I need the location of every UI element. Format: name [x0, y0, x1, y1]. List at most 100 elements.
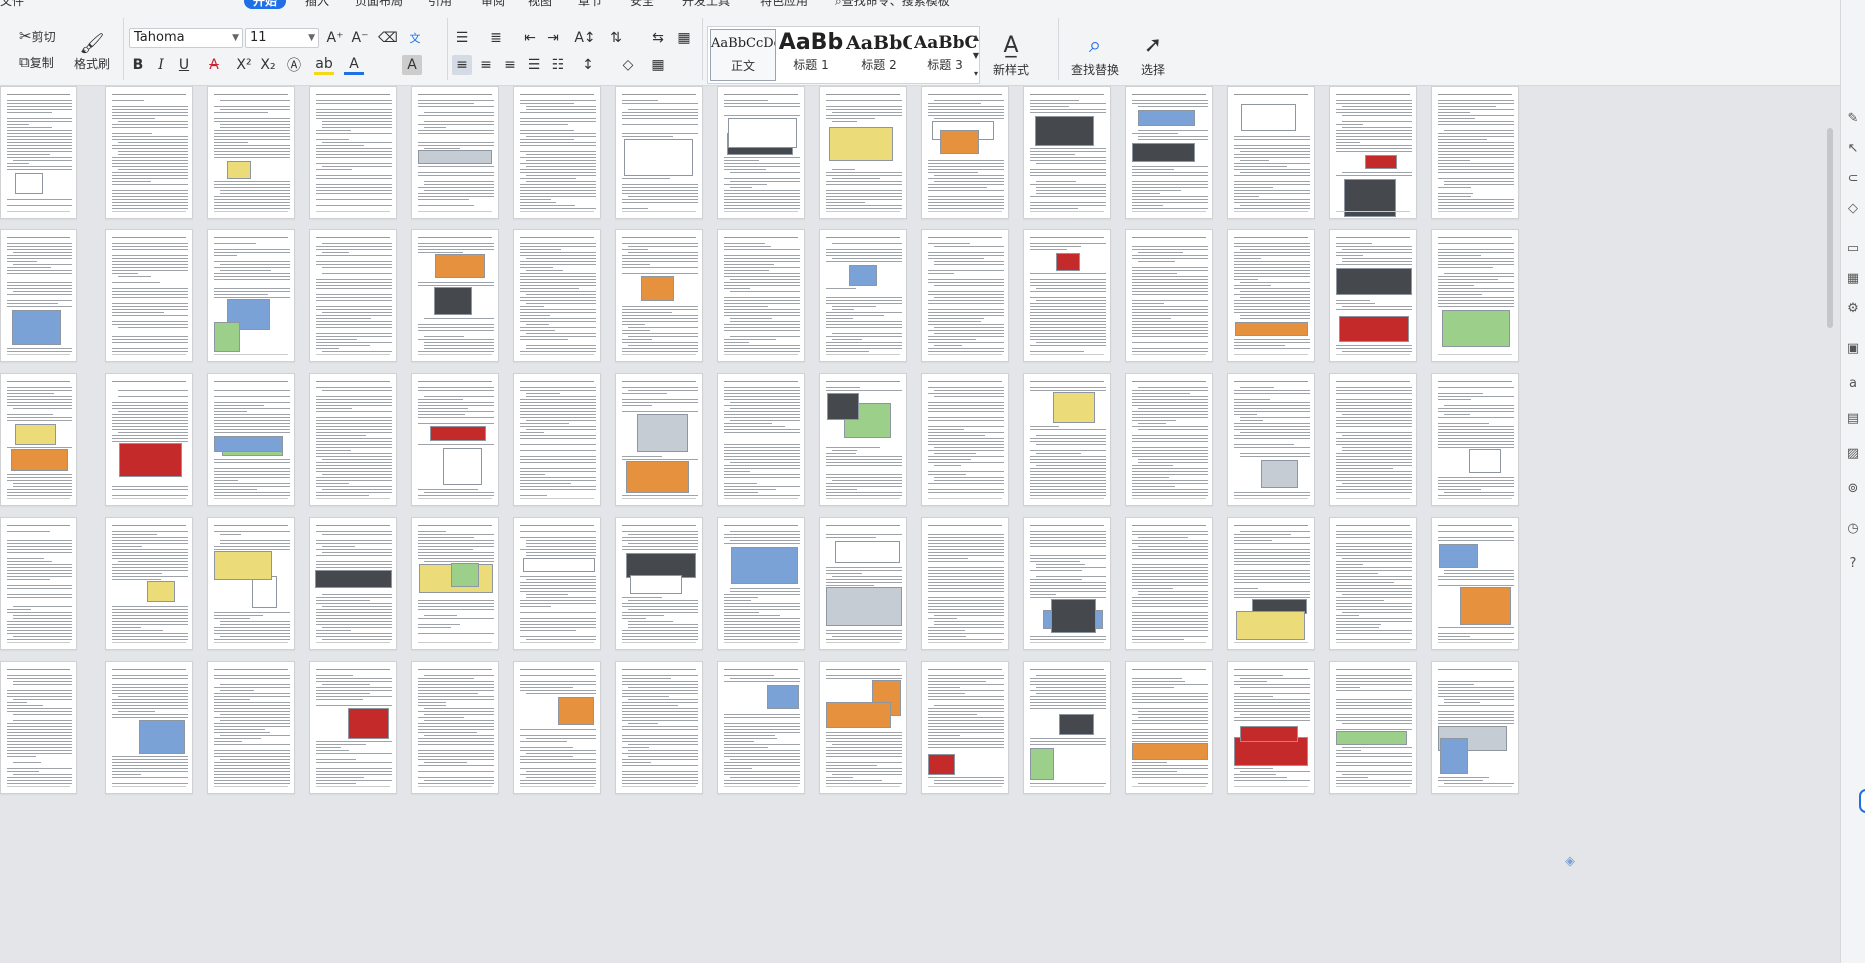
page-thumbnail[interactable]: [1329, 229, 1417, 362]
menu-tab-2[interactable]: 插入: [305, 0, 329, 9]
menu-tab-7[interactable]: 章节: [578, 0, 602, 9]
document-icon[interactable]: ▤: [1845, 410, 1861, 426]
copy-button[interactable]: ⧉ 复制: [19, 54, 54, 71]
page-thumbnail[interactable]: [615, 86, 703, 219]
page-thumbnail[interactable]: [513, 373, 601, 506]
page-thumbnail[interactable]: [921, 661, 1009, 794]
sort-button[interactable]: ⇅: [606, 28, 626, 48]
vertical-scrollbar[interactable]: [1825, 88, 1835, 958]
page-thumbnail[interactable]: [207, 661, 295, 794]
page-thumbnail[interactable]: [1227, 373, 1315, 506]
table-layout-button[interactable]: ▦: [674, 28, 694, 48]
text-direction-button[interactable]: A↕: [574, 28, 595, 48]
page-thumbnail[interactable]: [819, 517, 907, 650]
page-thumbnail[interactable]: [411, 517, 499, 650]
page-thumbnail[interactable]: [1125, 229, 1213, 362]
text-effect-button[interactable]: Ⓐ: [284, 55, 304, 75]
cut-button[interactable]: ✂ 剪切: [19, 28, 56, 45]
page-thumbnail[interactable]: [105, 661, 193, 794]
page-thumbnail[interactable]: [1329, 373, 1417, 506]
borders-button[interactable]: ▦: [648, 55, 668, 75]
increase-indent-button[interactable]: ⇥: [543, 28, 563, 48]
scroll-thumb[interactable]: [1827, 128, 1833, 328]
page-thumbnail[interactable]: [1329, 661, 1417, 794]
page-thumbnail[interactable]: [207, 86, 295, 219]
page-thumbnail[interactable]: [1329, 517, 1417, 650]
page-thumbnail[interactable]: [207, 517, 295, 650]
page-thumbnail[interactable]: [411, 373, 499, 506]
page-thumbnail[interactable]: [513, 86, 601, 219]
menu-tab-1[interactable]: 开始: [244, 0, 287, 9]
phonetic-guide-button[interactable]: 文: [405, 28, 425, 48]
page-thumbnail[interactable]: [513, 229, 601, 362]
page-thumbnail[interactable]: [0, 373, 77, 506]
page-thumbnail[interactable]: [411, 229, 499, 362]
help-icon[interactable]: ?: [1845, 555, 1861, 571]
page-thumbnail[interactable]: [309, 661, 397, 794]
distributed-button[interactable]: ☷: [548, 55, 568, 75]
clear-format-button[interactable]: ⌫: [378, 28, 398, 48]
page-thumbnail[interactable]: [1329, 86, 1417, 219]
page-thumbnail[interactable]: [615, 229, 703, 362]
page-thumbnail[interactable]: [1023, 86, 1111, 219]
page-thumbnail[interactable]: [207, 229, 295, 362]
pointer-icon[interactable]: ↖: [1845, 140, 1861, 156]
page-thumbnail[interactable]: [411, 86, 499, 219]
menu-tab-0[interactable]: 文件: [0, 0, 24, 9]
format-painter-button[interactable]: 🖌 格式刷: [72, 26, 112, 76]
page-thumbnail[interactable]: [0, 86, 77, 219]
strikethrough-button[interactable]: A: [204, 55, 224, 75]
page-thumbnail[interactable]: [615, 517, 703, 650]
bullets-button[interactable]: ☰: [452, 28, 472, 48]
numbering-button[interactable]: ≣: [486, 28, 506, 48]
style-heading-3[interactable]: AaBbC 标题 3: [914, 29, 976, 81]
table-icon[interactable]: ▦: [1845, 270, 1861, 286]
page-thumbnail[interactable]: [513, 517, 601, 650]
page-thumbnail[interactable]: [717, 661, 805, 794]
page-thumbnail[interactable]: [921, 229, 1009, 362]
decrease-indent-button[interactable]: ⇤: [520, 28, 540, 48]
line-spacing-button[interactable]: ↕: [578, 55, 598, 75]
box-icon[interactable]: ▭: [1845, 240, 1861, 256]
page-thumbnail[interactable]: [1125, 517, 1213, 650]
shapes-icon[interactable]: ◇: [1845, 200, 1861, 216]
page-thumbnail[interactable]: [0, 517, 77, 650]
page-thumbnail[interactable]: [921, 517, 1009, 650]
page-thumbnail[interactable]: [717, 373, 805, 506]
page-thumbnail[interactable]: [513, 661, 601, 794]
page-thumbnail[interactable]: [819, 86, 907, 219]
link-icon[interactable]: ⊂: [1845, 170, 1861, 186]
style-heading-2[interactable]: AaBbC 标题 2: [846, 29, 912, 81]
menu-tab-10[interactable]: 特色应用: [760, 0, 808, 9]
page-thumbnail[interactable]: [615, 661, 703, 794]
page-thumbnail[interactable]: [411, 661, 499, 794]
grow-font-button[interactable]: A⁺: [325, 28, 345, 48]
align-left-button[interactable]: ≡: [452, 55, 472, 75]
page-thumbnail[interactable]: [309, 86, 397, 219]
page-thumbnail[interactable]: [0, 229, 77, 362]
bold-button[interactable]: B: [128, 55, 148, 75]
page-thumbnail[interactable]: [1227, 661, 1315, 794]
italic-button[interactable]: I: [151, 55, 171, 75]
style-normal[interactable]: AaBbCcDd 正文: [710, 29, 776, 81]
page-thumbnail[interactable]: [207, 373, 295, 506]
thumbnail-icon[interactable]: ▣: [1845, 340, 1861, 356]
menu-tab-6[interactable]: 视图: [528, 0, 552, 9]
page-thumbnail[interactable]: [1023, 229, 1111, 362]
page-thumbnail[interactable]: [309, 229, 397, 362]
styles-scroll-down[interactable]: ▼: [970, 46, 982, 64]
font-size-select[interactable]: 11 ▼: [245, 28, 319, 48]
underline-button[interactable]: U: [174, 55, 194, 75]
page-thumbnail[interactable]: [1125, 373, 1213, 506]
page-thumbnail[interactable]: [105, 86, 193, 219]
shading-button[interactable]: ◇: [618, 55, 638, 75]
page-thumbnail[interactable]: [1431, 373, 1519, 506]
styles-expand[interactable]: ▾: [970, 64, 982, 82]
page-thumbnail[interactable]: [1431, 229, 1519, 362]
page-thumbnail[interactable]: [921, 373, 1009, 506]
document-multipage-view[interactable]: [0, 86, 1840, 963]
page-thumbnail[interactable]: [819, 661, 907, 794]
styles-scroll-up[interactable]: ▲: [970, 28, 982, 46]
image-icon[interactable]: ▨: [1845, 445, 1861, 461]
align-right-button[interactable]: ≡: [500, 55, 520, 75]
